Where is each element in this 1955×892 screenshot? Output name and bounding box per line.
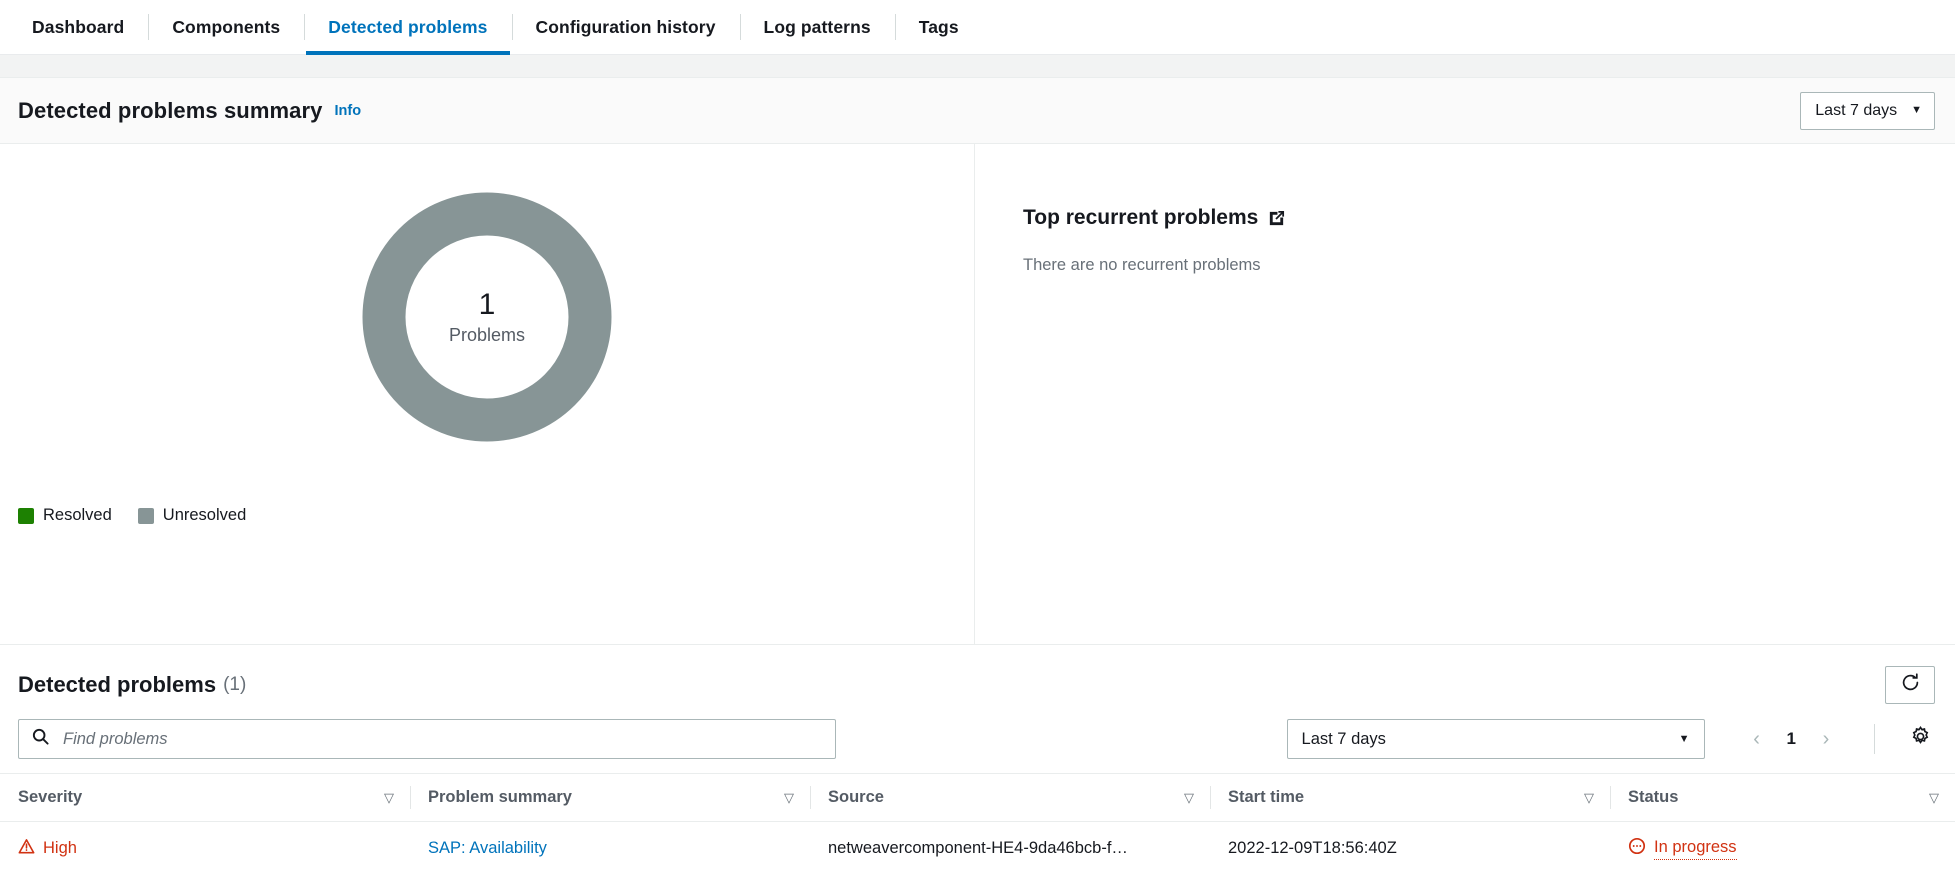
table-filter-row: Last 7 days ▼ ‹ 1 › bbox=[0, 703, 1955, 773]
table-row[interactable]: High SAP: Availability netweavercomponen… bbox=[0, 822, 1955, 876]
chevron-down-icon: ▼ bbox=[1679, 734, 1690, 745]
status-badge: In progress bbox=[1628, 837, 1737, 860]
column-header-severity[interactable]: Severity ▽ bbox=[0, 774, 410, 822]
tab-bar: Dashboard Components Detected problems C… bbox=[0, 0, 1955, 55]
toolbar-divider bbox=[1874, 724, 1875, 754]
tab-label: Dashboard bbox=[32, 17, 124, 38]
detected-problems-page: Dashboard Components Detected problems C… bbox=[0, 0, 1955, 892]
summary-body: 1 Problems Resolved Unresolved bbox=[0, 144, 1955, 644]
legend-label-resolved: Resolved bbox=[43, 506, 112, 525]
pagination: ‹ 1 › bbox=[1741, 723, 1842, 755]
refresh-button[interactable] bbox=[1885, 666, 1935, 704]
tab-label: Log patterns bbox=[764, 17, 871, 38]
cell-status: In progress bbox=[1610, 822, 1955, 876]
info-link[interactable]: Info bbox=[335, 103, 362, 119]
chevron-down-icon: ▼ bbox=[1911, 105, 1922, 116]
summary-time-range-select[interactable]: Last 7 days ▼ bbox=[1800, 92, 1935, 130]
table-time-range-value: Last 7 days bbox=[1302, 730, 1386, 749]
tab-configuration-history[interactable]: Configuration history bbox=[512, 0, 740, 54]
detected-problems-table-section: Detected problems (1) bbox=[0, 645, 1955, 875]
in-progress-icon bbox=[1628, 837, 1646, 860]
previous-page-button[interactable]: ‹ bbox=[1741, 723, 1773, 755]
table-time-range-select[interactable]: Last 7 days ▼ bbox=[1287, 719, 1705, 759]
table-preferences-button[interactable] bbox=[1903, 722, 1937, 756]
search-input[interactable] bbox=[61, 720, 835, 758]
tab-components[interactable]: Components bbox=[148, 0, 304, 54]
donut-center-value: 1 bbox=[479, 288, 496, 321]
column-label-source: Source bbox=[828, 788, 884, 807]
tab-label: Detected problems bbox=[328, 17, 487, 38]
sort-icon[interactable]: ▽ bbox=[1929, 791, 1939, 804]
table-header: Severity ▽ Problem summary ▽ Source bbox=[0, 774, 1955, 822]
status-text[interactable]: In progress bbox=[1654, 838, 1737, 860]
sort-icon[interactable]: ▽ bbox=[384, 791, 394, 804]
detected-problems-table: Severity ▽ Problem summary ▽ Source bbox=[0, 773, 1955, 875]
cell-source: netweavercomponent-HE4-9da46bcb-f… bbox=[810, 822, 1210, 876]
table-header-row: Detected problems (1) bbox=[0, 649, 1955, 703]
problems-donut-chart[interactable]: 1 Problems bbox=[362, 192, 612, 442]
sort-icon[interactable]: ▽ bbox=[1584, 791, 1594, 804]
tab-log-patterns[interactable]: Log patterns bbox=[740, 0, 895, 54]
tab-dashboard[interactable]: Dashboard bbox=[8, 0, 148, 54]
top-recurrent-problems-label: Top recurrent problems bbox=[1023, 206, 1258, 230]
column-label-status: Status bbox=[1628, 788, 1678, 807]
severity-badge: High bbox=[18, 838, 77, 860]
tab-tags[interactable]: Tags bbox=[895, 0, 983, 54]
tab-label: Tags bbox=[919, 17, 959, 38]
legend-swatch-resolved bbox=[18, 508, 34, 524]
severity-text: High bbox=[43, 839, 77, 858]
legend-item-resolved[interactable]: Resolved bbox=[18, 506, 112, 525]
cell-severity: High bbox=[0, 822, 410, 876]
tab-detected-problems[interactable]: Detected problems bbox=[304, 0, 511, 54]
summary-header: Detected problems summary Info Last 7 da… bbox=[0, 78, 1955, 144]
chart-legend: Resolved Unresolved bbox=[18, 506, 246, 525]
top-recurrent-problems-heading[interactable]: Top recurrent problems bbox=[1023, 206, 1955, 230]
legend-swatch-unresolved bbox=[138, 508, 154, 524]
column-header-source[interactable]: Source ▽ bbox=[810, 774, 1210, 822]
column-label-start-time: Start time bbox=[1228, 788, 1304, 807]
table-head: Severity ▽ Problem summary ▽ Source bbox=[0, 774, 1955, 822]
table-count: (1) bbox=[223, 674, 246, 696]
top-recurrent-problems-pane: Top recurrent problems There are no recu… bbox=[975, 144, 1955, 644]
refresh-icon bbox=[1900, 672, 1921, 698]
sort-icon[interactable]: ▽ bbox=[1184, 791, 1194, 804]
search-icon bbox=[31, 727, 50, 751]
column-label-severity: Severity bbox=[18, 788, 82, 807]
search-problems-box[interactable] bbox=[18, 719, 836, 759]
top-recurrent-problems-empty-text: There are no recurrent problems bbox=[1023, 256, 1955, 275]
donut-chart-wrap: 1 Problems bbox=[0, 192, 974, 442]
section-gap bbox=[0, 55, 1955, 77]
table-body: High SAP: Availability netweavercomponen… bbox=[0, 822, 1955, 876]
table-title: Detected problems bbox=[18, 672, 216, 698]
gear-icon bbox=[1909, 725, 1932, 753]
problems-donut-chart-pane: 1 Problems Resolved Unresolved bbox=[0, 144, 975, 644]
external-link-icon[interactable] bbox=[1267, 209, 1286, 228]
problem-summary-link[interactable]: SAP: Availability bbox=[428, 839, 547, 857]
column-header-problem-summary[interactable]: Problem summary ▽ bbox=[410, 774, 810, 822]
donut-center-caption: Problems bbox=[449, 325, 525, 346]
sort-icon[interactable]: ▽ bbox=[784, 791, 794, 804]
legend-item-unresolved[interactable]: Unresolved bbox=[138, 506, 246, 525]
column-label-problem-summary: Problem summary bbox=[428, 788, 572, 807]
detected-problems-summary-panel: Detected problems summary Info Last 7 da… bbox=[0, 77, 1955, 645]
legend-label-unresolved: Unresolved bbox=[163, 506, 246, 525]
next-page-button[interactable]: › bbox=[1810, 723, 1842, 755]
warning-triangle-icon bbox=[18, 838, 35, 860]
page-title: Detected problems summary bbox=[18, 98, 323, 124]
column-header-start-time[interactable]: Start time ▽ bbox=[1210, 774, 1610, 822]
tab-label: Configuration history bbox=[536, 17, 716, 38]
donut-center-label: 1 Problems bbox=[362, 192, 612, 442]
cell-start-time: 2022-12-09T18:56:40Z bbox=[1210, 822, 1610, 876]
cell-problem-summary: SAP: Availability bbox=[410, 822, 810, 876]
page-number-1[interactable]: 1 bbox=[1779, 729, 1804, 749]
column-header-status[interactable]: Status ▽ bbox=[1610, 774, 1955, 822]
summary-time-range-value: Last 7 days bbox=[1815, 102, 1897, 120]
tab-label: Components bbox=[172, 17, 280, 38]
